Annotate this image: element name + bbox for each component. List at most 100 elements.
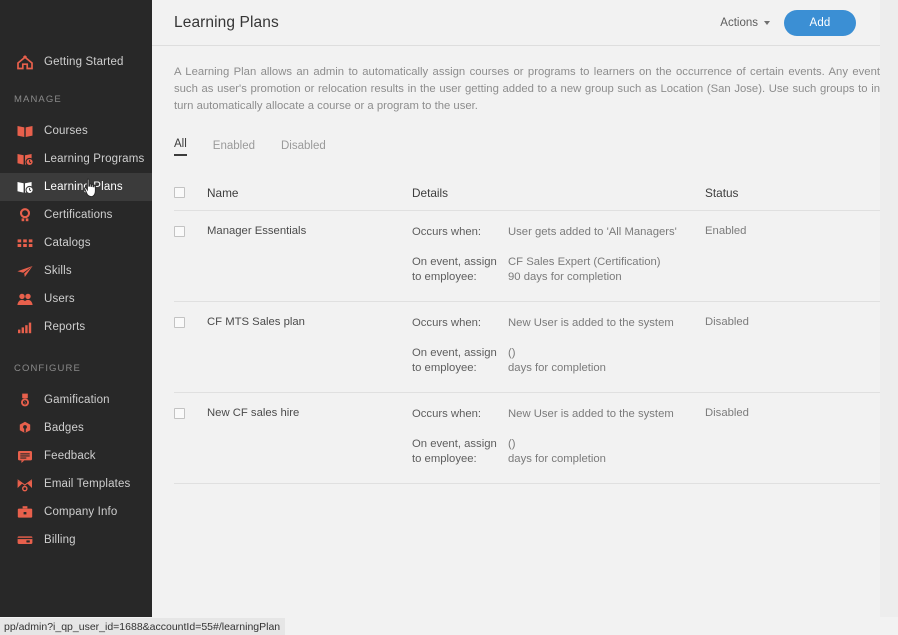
- detail-value-line-2: 90 days for completion: [508, 271, 622, 283]
- detail-value: () days for completion: [508, 346, 688, 376]
- badge-icon: [14, 420, 36, 436]
- sidebar-item-label: Email Templates: [44, 478, 131, 490]
- sidebar-item-reports[interactable]: Reports: [0, 313, 152, 341]
- actions-dropdown[interactable]: Actions: [720, 17, 770, 29]
- envelope-icon: [14, 476, 36, 492]
- sidebar-item-label: Catalogs: [44, 237, 91, 249]
- detail-value-line-1: CF Sales Expert (Certification): [508, 256, 661, 268]
- certification-icon: [14, 207, 36, 223]
- sidebar-item-label: Gamification: [44, 394, 110, 406]
- sidebar-item-label: Billing: [44, 534, 76, 546]
- table-row[interactable]: CF MTS Sales plan Occurs when: New User …: [174, 302, 880, 393]
- column-header-name[interactable]: Name: [207, 186, 412, 200]
- detail-on-event-assign: On event, assign to employee: CF Sales E…: [412, 255, 705, 285]
- row-checkbox[interactable]: [174, 317, 185, 328]
- detail-on-event-assign: On event, assign to employee: () days fo…: [412, 346, 705, 376]
- book-icon: [14, 123, 36, 139]
- table-row[interactable]: Manager Essentials Occurs when: User get…: [174, 211, 880, 302]
- column-header-status[interactable]: Status: [705, 186, 880, 200]
- row-select-cell: [174, 316, 207, 328]
- detail-value-line-1: (): [508, 347, 516, 359]
- chevron-down-icon: [764, 20, 770, 25]
- detail-label: On event, assign to employee:: [412, 347, 497, 374]
- sidebar-item-label: Skills: [44, 265, 72, 277]
- browser-status-bar: pp/admin?i_qp_user_id=1688&accountId=55#…: [0, 617, 898, 635]
- status-bar-url: pp/admin?i_qp_user_id=1688&accountId=55#…: [0, 618, 286, 635]
- row-checkbox[interactable]: [174, 226, 185, 237]
- detail-label: Occurs when:: [412, 226, 482, 238]
- sidebar-item-courses[interactable]: Courses: [0, 117, 152, 145]
- briefcase-icon: [14, 504, 36, 520]
- cell-plan-details: Occurs when: New User is added to the sy…: [412, 407, 705, 467]
- detail-value: New User is added to the system: [508, 317, 674, 329]
- sidebar-item-label: Getting Started: [44, 56, 124, 68]
- page-gutter: [880, 0, 898, 617]
- sidebar-item-company-info[interactable]: Company Info: [0, 498, 152, 526]
- tab-enabled[interactable]: Enabled: [213, 140, 255, 156]
- sidebar-item-label: Reports: [44, 321, 86, 333]
- detail-value-line-1: (): [508, 438, 516, 450]
- application-window: Getting Started MANAGE Courses Learning …: [0, 0, 898, 635]
- detail-value-line-2: days for completion: [508, 362, 606, 374]
- detail-occurs-when: Occurs when: New User is added to the sy…: [412, 316, 705, 331]
- sidebar-item-getting-started[interactable]: Getting Started: [0, 48, 152, 76]
- sidebar-item-gamification[interactable]: Gamification: [0, 386, 152, 414]
- sidebar-item-users[interactable]: Users: [0, 285, 152, 313]
- sidebar-item-certifications[interactable]: Certifications: [0, 201, 152, 229]
- sidebar-item-badges[interactable]: Badges: [0, 414, 152, 442]
- detail-value: () days for completion: [508, 437, 688, 467]
- sidebar-item-feedback[interactable]: Feedback: [0, 442, 152, 470]
- detail-value: New User is added to the system: [508, 408, 674, 420]
- detail-label: On event, assign to employee:: [412, 438, 497, 465]
- main-content: Learning Plans Actions Add A Learning Pl…: [152, 0, 880, 617]
- add-button[interactable]: Add: [784, 9, 856, 36]
- status-badge: Disabled: [705, 316, 749, 328]
- column-header-details[interactable]: Details: [412, 186, 705, 200]
- sidebar-item-label: Learning Plans: [44, 181, 123, 193]
- sidebar-section-configure: CONFIGURE: [14, 363, 81, 374]
- detail-value: User gets added to 'All Managers': [508, 226, 677, 238]
- sidebar-item-label: Badges: [44, 422, 84, 434]
- page-title: Learning Plans: [174, 13, 279, 31]
- users-icon: [14, 291, 36, 307]
- detail-value: CF Sales Expert (Certification) 90 days …: [508, 255, 688, 285]
- detail-value-line-2: days for completion: [508, 453, 606, 465]
- cell-plan-name: Manager Essentials: [207, 225, 307, 237]
- sidebar-item-label: Certifications: [44, 209, 113, 221]
- table-row[interactable]: New CF sales hire Occurs when: New User …: [174, 393, 880, 484]
- cell-plan-details: Occurs when: User gets added to 'All Man…: [412, 225, 705, 285]
- sidebar-item-learning-plans[interactable]: Learning Plans: [0, 173, 152, 201]
- sidebar-item-email-templates[interactable]: Email Templates: [0, 470, 152, 498]
- row-select-cell: [174, 225, 207, 237]
- table-header-row: Name Details Status: [174, 178, 880, 211]
- row-checkbox[interactable]: [174, 408, 185, 419]
- wallet-icon: [14, 532, 36, 548]
- detail-label: Occurs when:: [412, 317, 482, 329]
- select-all-checkbox[interactable]: [174, 187, 185, 198]
- grid-icon: [14, 235, 36, 251]
- status-badge: Enabled: [705, 225, 747, 237]
- sidebar-item-catalogs[interactable]: Catalogs: [0, 229, 152, 257]
- sidebar-item-billing[interactable]: Billing: [0, 526, 152, 554]
- select-all-cell: [174, 186, 207, 198]
- sidebar-item-label: Users: [44, 293, 75, 305]
- sidebar-item-learning-programs[interactable]: Learning Programs: [0, 145, 152, 173]
- detail-occurs-when: Occurs when: User gets added to 'All Man…: [412, 225, 705, 240]
- learning-plans-table: Name Details Status Manager Essentials O…: [174, 178, 880, 484]
- sidebar-item-skills[interactable]: Skills: [0, 257, 152, 285]
- detail-on-event-assign: On event, assign to employee: () days fo…: [412, 437, 705, 467]
- bar-chart-icon: [14, 319, 36, 335]
- page-header: Learning Plans Actions Add: [152, 0, 880, 46]
- home-icon: [14, 54, 36, 70]
- sidebar-item-label: Courses: [44, 125, 88, 137]
- program-icon: [14, 151, 36, 167]
- tab-all[interactable]: All: [174, 138, 187, 156]
- cell-plan-name: New CF sales hire: [207, 407, 300, 419]
- status-badge: Disabled: [705, 407, 749, 419]
- cell-plan-details: Occurs when: New User is added to the sy…: [412, 316, 705, 376]
- feedback-icon: [14, 448, 36, 464]
- cell-plan-name: CF MTS Sales plan: [207, 316, 305, 328]
- tab-disabled[interactable]: Disabled: [281, 140, 326, 156]
- sidebar-item-label: Learning Programs: [44, 153, 145, 165]
- filter-tabs: All Enabled Disabled: [174, 134, 858, 156]
